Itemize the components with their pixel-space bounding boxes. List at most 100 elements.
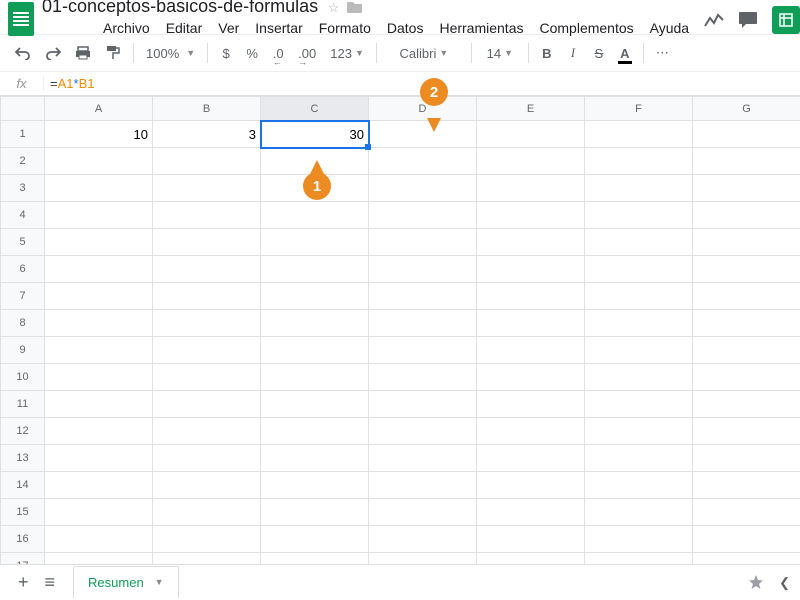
menu-ver[interactable]: Ver bbox=[211, 17, 246, 39]
cell-D8[interactable] bbox=[369, 310, 477, 337]
cell-G8[interactable] bbox=[693, 310, 800, 337]
cell-D13[interactable] bbox=[369, 445, 477, 472]
cell-A1[interactable]: 10 bbox=[45, 121, 153, 148]
cell-B9[interactable] bbox=[153, 337, 261, 364]
cell-G2[interactable] bbox=[693, 148, 800, 175]
cell-F13[interactable] bbox=[585, 445, 693, 472]
cell-B1[interactable]: 3 bbox=[153, 121, 261, 148]
all-sheets-button[interactable]: ≡ bbox=[37, 566, 64, 599]
cell-E6[interactable] bbox=[477, 256, 585, 283]
cell-E2[interactable] bbox=[477, 148, 585, 175]
cell-D14[interactable] bbox=[369, 472, 477, 499]
cell-B3[interactable] bbox=[153, 175, 261, 202]
font-size-select[interactable]: 14▼ bbox=[479, 40, 521, 66]
cell-A6[interactable] bbox=[45, 256, 153, 283]
cell-E9[interactable] bbox=[477, 337, 585, 364]
cell-E7[interactable] bbox=[477, 283, 585, 310]
row-header-3[interactable]: 3 bbox=[1, 175, 45, 202]
row-header-12[interactable]: 12 bbox=[1, 418, 45, 445]
cell-E4[interactable] bbox=[477, 202, 585, 229]
strikethrough-button[interactable]: S bbox=[588, 40, 610, 66]
cell-C7[interactable] bbox=[261, 283, 369, 310]
number-format-select[interactable]: 123▼ bbox=[325, 40, 369, 66]
undo-button[interactable] bbox=[10, 40, 36, 66]
cell-F15[interactable] bbox=[585, 499, 693, 526]
more-toolbar-button[interactable]: ⋯ bbox=[651, 40, 674, 66]
cell-E14[interactable] bbox=[477, 472, 585, 499]
cell-F2[interactable] bbox=[585, 148, 693, 175]
cell-C5[interactable] bbox=[261, 229, 369, 256]
row-header-14[interactable]: 14 bbox=[1, 472, 45, 499]
cell-G15[interactable] bbox=[693, 499, 800, 526]
cell-E16[interactable] bbox=[477, 526, 585, 553]
cell-D15[interactable] bbox=[369, 499, 477, 526]
currency-button[interactable]: $ bbox=[215, 40, 237, 66]
cell-B12[interactable] bbox=[153, 418, 261, 445]
cell-F3[interactable] bbox=[585, 175, 693, 202]
cell-D4[interactable] bbox=[369, 202, 477, 229]
menu-herramientas[interactable]: Herramientas bbox=[432, 17, 530, 39]
cell-F14[interactable] bbox=[585, 472, 693, 499]
cell-A8[interactable] bbox=[45, 310, 153, 337]
explore-button[interactable] bbox=[747, 574, 765, 592]
menu-datos[interactable]: Datos bbox=[380, 17, 431, 39]
cell-E10[interactable] bbox=[477, 364, 585, 391]
cell-A2[interactable] bbox=[45, 148, 153, 175]
cell-C14[interactable] bbox=[261, 472, 369, 499]
cell-F10[interactable] bbox=[585, 364, 693, 391]
redo-button[interactable] bbox=[40, 40, 66, 66]
cell-D1[interactable] bbox=[369, 121, 477, 148]
cell-B16[interactable] bbox=[153, 526, 261, 553]
cell-E1[interactable] bbox=[477, 121, 585, 148]
column-header-E[interactable]: E bbox=[477, 97, 585, 121]
sheet-tab-menu-icon[interactable]: ▼ bbox=[155, 577, 164, 587]
cell-G10[interactable] bbox=[693, 364, 800, 391]
cell-G9[interactable] bbox=[693, 337, 800, 364]
spreadsheet-grid[interactable]: ABCDEFG110330234567891011121314151617 bbox=[0, 96, 800, 580]
menu-insertar[interactable]: Insertar bbox=[248, 17, 309, 39]
row-header-15[interactable]: 15 bbox=[1, 499, 45, 526]
column-header-G[interactable]: G bbox=[693, 97, 800, 121]
menu-complementos[interactable]: Complementos bbox=[532, 17, 640, 39]
cell-D5[interactable] bbox=[369, 229, 477, 256]
sheets-logo[interactable] bbox=[8, 2, 34, 38]
percent-button[interactable]: % bbox=[241, 40, 263, 66]
print-button[interactable] bbox=[70, 40, 96, 66]
cell-C6[interactable] bbox=[261, 256, 369, 283]
cell-B10[interactable] bbox=[153, 364, 261, 391]
zoom-select[interactable]: 100%▼ bbox=[141, 40, 200, 66]
cell-A3[interactable] bbox=[45, 175, 153, 202]
cell-G1[interactable] bbox=[693, 121, 800, 148]
cell-B8[interactable] bbox=[153, 310, 261, 337]
row-header-9[interactable]: 9 bbox=[1, 337, 45, 364]
cell-D7[interactable] bbox=[369, 283, 477, 310]
cell-F16[interactable] bbox=[585, 526, 693, 553]
cell-D2[interactable] bbox=[369, 148, 477, 175]
row-header-2[interactable]: 2 bbox=[1, 148, 45, 175]
cell-A11[interactable] bbox=[45, 391, 153, 418]
cell-G6[interactable] bbox=[693, 256, 800, 283]
cell-F4[interactable] bbox=[585, 202, 693, 229]
column-header-C[interactable]: C bbox=[261, 97, 369, 121]
cell-C10[interactable] bbox=[261, 364, 369, 391]
cell-G3[interactable] bbox=[693, 175, 800, 202]
cell-C4[interactable] bbox=[261, 202, 369, 229]
row-header-10[interactable]: 10 bbox=[1, 364, 45, 391]
cell-D9[interactable] bbox=[369, 337, 477, 364]
cell-G11[interactable] bbox=[693, 391, 800, 418]
cell-C16[interactable] bbox=[261, 526, 369, 553]
comments-icon[interactable] bbox=[738, 11, 758, 29]
text-color-button[interactable]: A bbox=[614, 40, 636, 66]
row-header-4[interactable]: 4 bbox=[1, 202, 45, 229]
cell-F7[interactable] bbox=[585, 283, 693, 310]
cell-E11[interactable] bbox=[477, 391, 585, 418]
row-header-16[interactable]: 16 bbox=[1, 526, 45, 553]
cell-A15[interactable] bbox=[45, 499, 153, 526]
cell-C11[interactable] bbox=[261, 391, 369, 418]
cell-A4[interactable] bbox=[45, 202, 153, 229]
cell-A10[interactable] bbox=[45, 364, 153, 391]
star-icon[interactable]: ☆ bbox=[328, 0, 340, 16]
cell-E5[interactable] bbox=[477, 229, 585, 256]
cell-G4[interactable] bbox=[693, 202, 800, 229]
cell-G13[interactable] bbox=[693, 445, 800, 472]
